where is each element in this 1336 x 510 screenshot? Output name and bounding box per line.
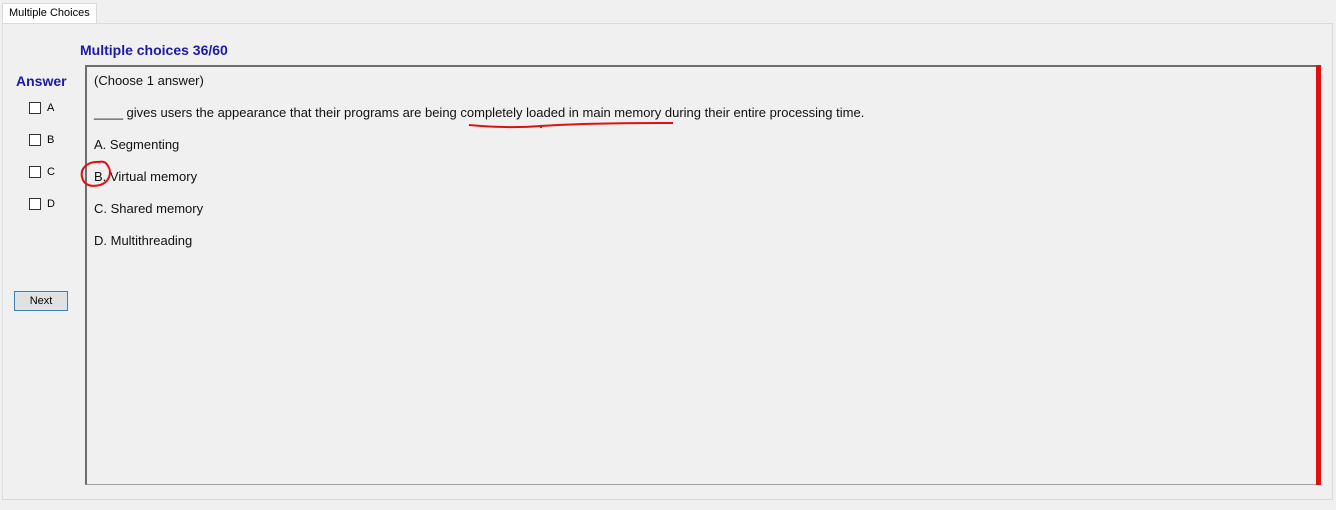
- answer-option-d[interactable]: D: [29, 197, 55, 211]
- checkbox-b[interactable]: [29, 134, 41, 146]
- choice-b: B. Virtual memory: [94, 169, 198, 184]
- question-panel[interactable]: [85, 65, 1321, 485]
- choice-a: A. Segmenting: [94, 137, 180, 152]
- answer-heading: Answer: [16, 73, 67, 89]
- answer-option-label: D: [47, 198, 55, 210]
- answer-option-a[interactable]: A: [29, 101, 54, 115]
- tab-multiple-choices[interactable]: Multiple Choices: [2, 3, 97, 23]
- checkbox-d[interactable]: [29, 198, 41, 210]
- answer-option-label: B: [47, 134, 55, 146]
- app-window: Multiple Choices Multiple choices 36/60 …: [0, 0, 1336, 510]
- checkbox-a[interactable]: [29, 102, 41, 114]
- answer-option-c[interactable]: C: [29, 165, 55, 179]
- answer-option-label: C: [47, 166, 55, 178]
- page-title: Multiple choices 36/60: [80, 42, 228, 58]
- checkbox-c[interactable]: [29, 166, 41, 178]
- choice-c: C. Shared memory: [94, 201, 204, 216]
- question-stem: ____ gives users the appearance that the…: [94, 105, 865, 120]
- tab-strip: Multiple Choices: [0, 0, 1336, 24]
- answer-option-b[interactable]: B: [29, 133, 54, 147]
- question-instruction: (Choose 1 answer): [94, 73, 204, 88]
- scroll-marker-bar: [1316, 65, 1321, 485]
- next-button[interactable]: Next: [14, 291, 68, 311]
- choice-d: D. Multithreading: [94, 233, 193, 248]
- answer-option-label: A: [47, 102, 55, 114]
